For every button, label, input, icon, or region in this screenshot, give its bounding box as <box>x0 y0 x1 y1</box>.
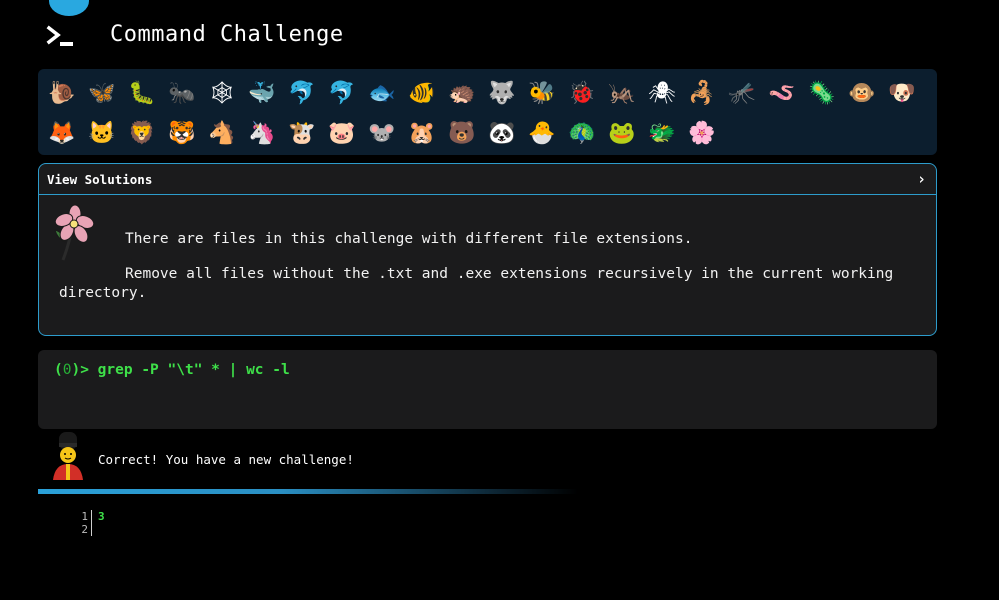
view-solutions-label: View Solutions <box>47 171 153 187</box>
emoji-challenge-icon[interactable]: 🐺 <box>482 73 522 113</box>
emoji-challenge-icon[interactable]: 🐞 <box>562 73 602 113</box>
emoji-challenge-icon[interactable]: 🦂 <box>682 73 722 113</box>
emoji-challenge-icon[interactable]: 🕸 <box>202 73 242 113</box>
chevron-right-icon: › <box>916 170 926 188</box>
emoji-challenge-icon[interactable]: 🐴 <box>202 113 242 153</box>
emoji-challenge-icon[interactable]: 🕷 <box>642 73 682 113</box>
emoji-challenge-icon[interactable]: 🦔 <box>442 73 482 113</box>
emoji-challenge-icon[interactable]: 🐼 <box>482 113 522 153</box>
emoji-row: 🦊 🐱 🦁 🐯 🐴 🦄 🐮 🐷 🐭 🐹 🐻 🐼 🐣 🦚 🐸 🐲 🌸 <box>42 113 937 153</box>
emoji-challenge-icon[interactable]: 🐮 <box>282 113 322 153</box>
emoji-challenge-icon[interactable]: 🐟 <box>362 73 402 113</box>
cherry-blossom-icon <box>54 204 95 261</box>
emoji-challenge-icon[interactable]: 🐹 <box>402 113 442 153</box>
emoji-challenge-icon[interactable]: 🦁 <box>122 113 162 153</box>
emoji-challenge-icon[interactable]: 🐳 <box>242 73 282 113</box>
emoji-challenge-icon[interactable]: 🪱 <box>762 73 802 113</box>
emoji-challenge-icon[interactable]: 🐶 <box>882 73 922 113</box>
emoji-challenge-icon[interactable]: 🐝 <box>522 73 562 113</box>
prompt-close: )> <box>71 362 98 378</box>
emoji-challenge-icon[interactable]: 🐭 <box>362 113 402 153</box>
emoji-challenge-panel: 🐌 🦋 🐛 🐜 🕸 🐳 🐬 🐬 🐟 🐠 🦔 🐺 🐝 🐞 🦗 🕷 🦂 🦟 🪱 🦠 🐵 🐶 🦊 🐱 🦁 🐯 🐴 🦄 🐮 🐷 🐭 🐹 🐻 🐼 🐣 🦚 🐸 🐲 🌸 <box>38 69 937 155</box>
emoji-challenge-icon[interactable]: 🐜 <box>162 73 202 113</box>
emoji-challenge-icon[interactable]: 🐻 <box>442 113 482 153</box>
emoji-challenge-icon[interactable]: 🐬 <box>282 73 322 113</box>
emoji-challenge-icon[interactable]: 🐵 <box>842 73 882 113</box>
emoji-challenge-icon[interactable]: 🦠 <box>802 73 842 113</box>
view-solutions-toggle[interactable]: View Solutions › <box>39 164 936 195</box>
emoji-challenge-icon[interactable]: 🦄 <box>242 113 282 153</box>
emoji-challenge-icon[interactable]: 🐷 <box>322 113 362 153</box>
status-message: Correct! You have a new challenge! <box>98 452 354 467</box>
emoji-challenge-icon[interactable]: 🐣 <box>522 113 562 153</box>
command-line: (0)> grep -P "\t" * | wc -l <box>54 362 921 378</box>
emoji-challenge-icon[interactable]: 🐬 <box>322 73 362 113</box>
guard-icon <box>53 432 83 480</box>
progress-bar <box>38 489 578 494</box>
app-title: Command Challenge <box>110 22 344 47</box>
emoji-challenge-icon[interactable]: 🐛 <box>122 73 162 113</box>
emoji-challenge-icon[interactable]: 🦋 <box>82 73 122 113</box>
emoji-row: 🐌 🦋 🐛 🐜 🕸 🐳 🐬 🐬 🐟 🐠 🦔 🐺 🐝 🐞 🦗 🕷 🦂 🦟 🪱 🦠 🐵 🐶 <box>42 73 937 113</box>
line-numbers: 1 2 <box>74 510 92 536</box>
emoji-challenge-icon[interactable]: 🌸 <box>682 113 722 153</box>
prompt-open: ( <box>54 362 63 378</box>
output-lines: 3 <box>98 510 105 523</box>
command-text: grep -P "\t" * | wc -l <box>97 362 290 378</box>
solutions-panel: View Solutions › There are files in this… <box>38 163 937 336</box>
challenge-description-line2: Remove all files without the .txt and .e… <box>59 266 894 301</box>
emoji-challenge-icon[interactable]: 🐲 <box>642 113 682 153</box>
emoji-challenge-icon[interactable]: 🐠 <box>402 73 442 113</box>
line-number: 2 <box>81 523 88 536</box>
output-line: 3 <box>98 510 105 523</box>
emoji-challenge-icon[interactable]: 🦊 <box>42 113 82 153</box>
emoji-challenge-icon[interactable]: 🦗 <box>602 73 642 113</box>
challenge-description-line1: There are files in this challenge with d… <box>125 231 693 247</box>
emoji-challenge-icon[interactable]: 🦚 <box>562 113 602 153</box>
emoji-challenge-icon[interactable]: 🐸 <box>602 113 642 153</box>
emoji-challenge-icon[interactable]: 🐱 <box>82 113 122 153</box>
terminal-prompt-icon <box>46 25 73 46</box>
terminal-input[interactable]: (0)> grep -P "\t" * | wc -l <box>38 350 937 429</box>
line-number: 1 <box>81 510 88 523</box>
emoji-challenge-icon[interactable]: 🦟 <box>722 73 762 113</box>
top-decor-arc <box>49 0 89 16</box>
emoji-challenge-icon[interactable]: 🐌 <box>42 73 82 113</box>
emoji-challenge-icon[interactable]: 🐯 <box>162 113 202 153</box>
